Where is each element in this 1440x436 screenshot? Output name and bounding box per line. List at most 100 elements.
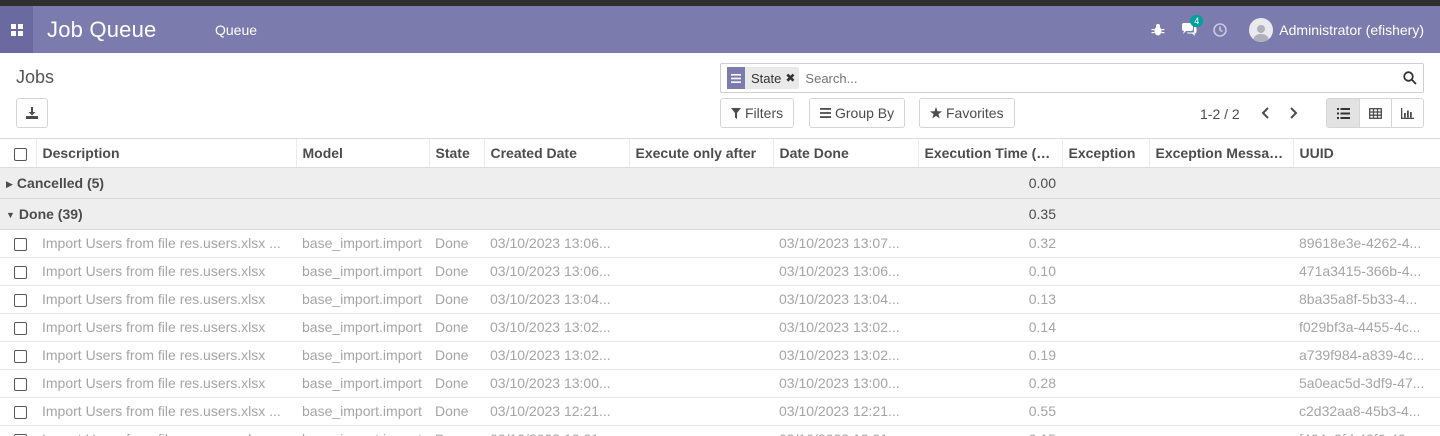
facet-remove-icon[interactable]: ✖	[785, 71, 799, 85]
cell-exception[interactable]	[1062, 229, 1149, 258]
cell-description[interactable]: Import Users from file res.users.xlsx	[36, 313, 296, 342]
cell-created-date[interactable]: 03/10/2023 13:06...	[484, 257, 629, 286]
list-view-button[interactable]	[1327, 99, 1359, 127]
cell-model[interactable]: base_import.import	[296, 257, 429, 286]
cell-description[interactable]: Import Users from file res.users.xlsx ..…	[36, 397, 296, 426]
export-button[interactable]	[16, 98, 48, 128]
cell-date-done[interactable]: 03/10/2023 13:02...	[773, 313, 918, 342]
cell-created-date[interactable]: 03/10/2023 13:06...	[484, 229, 629, 258]
table-row[interactable]: Import Users from file res.users.xlsxbas…	[0, 285, 1440, 314]
cell-description[interactable]: Import Users from file res.users.xlsx	[36, 257, 296, 286]
app-name[interactable]: Job Queue	[47, 17, 201, 43]
row-select-cell[interactable]	[0, 229, 36, 258]
cell-execute-after[interactable]	[629, 397, 773, 426]
row-checkbox[interactable]	[14, 293, 27, 307]
activities-button[interactable]	[1213, 22, 1228, 37]
cell-uuid[interactable]: 5a0eac5d-3df9-47...	[1293, 369, 1440, 398]
select-all-checkbox[interactable]	[14, 147, 27, 161]
cell-date-done[interactable]: 03/10/2023 13:04...	[773, 285, 918, 314]
column-header-uuid[interactable]: UUID	[1293, 139, 1440, 168]
table-row[interactable]: Import Users from file res.users.xlsx ..…	[0, 397, 1440, 426]
row-checkbox[interactable]	[14, 405, 27, 419]
row-select-cell[interactable]	[0, 425, 36, 436]
cell-created-date[interactable]: 03/10/2023 12:21...	[484, 425, 629, 436]
cell-description[interactable]: Import Users from file res.users.xlsx ..…	[36, 229, 296, 258]
cell-exception[interactable]	[1062, 313, 1149, 342]
row-select-cell[interactable]	[0, 397, 36, 426]
column-header-created-date[interactable]: Created Date	[484, 139, 630, 168]
cell-exception[interactable]	[1062, 285, 1149, 314]
row-select-cell[interactable]	[0, 341, 36, 370]
select-all-cell[interactable]	[0, 139, 37, 168]
cell-execution-time[interactable]: 0.10	[918, 257, 1062, 286]
row-checkbox[interactable]	[14, 349, 27, 363]
search-input[interactable]	[805, 70, 1396, 86]
cell-state[interactable]: Done	[429, 369, 484, 398]
cell-description[interactable]: Import Users from file res.users.xlsx	[36, 341, 296, 370]
column-header-execute-after[interactable]: Execute only after	[629, 139, 774, 168]
cell-execution-time[interactable]: 0.19	[918, 341, 1062, 370]
cell-execution-time[interactable]: 0.55	[918, 397, 1062, 426]
cell-date-done[interactable]: 03/10/2023 12:21...	[773, 425, 918, 436]
row-checkbox[interactable]	[14, 377, 27, 391]
row-checkbox[interactable]	[14, 265, 27, 279]
column-header-state[interactable]: State	[429, 139, 485, 168]
table-row[interactable]: Import Users from file res.users.xlsxbas…	[0, 425, 1440, 436]
row-select-cell[interactable]	[0, 369, 36, 398]
cell-state[interactable]: Done	[429, 397, 484, 426]
graph-view-button[interactable]	[1391, 99, 1423, 127]
cell-state[interactable]: Done	[429, 285, 484, 314]
cell-exception-message[interactable]	[1149, 313, 1293, 342]
cell-execute-after[interactable]	[629, 369, 773, 398]
messages-button[interactable]: 4	[1181, 14, 1204, 37]
cell-uuid[interactable]: c2d32aa8-45b3-4...	[1293, 397, 1440, 426]
cell-exception-message[interactable]	[1149, 397, 1293, 426]
pager-previous-button[interactable]	[1261, 107, 1271, 122]
table-row[interactable]: Import Users from file res.users.xlsxbas…	[0, 313, 1440, 342]
cell-execute-after[interactable]	[629, 229, 773, 258]
cell-uuid[interactable]: 8ba35a8f-5b33-4...	[1293, 285, 1440, 314]
cell-uuid[interactable]: f464e2fd-42f6-42...	[1293, 425, 1440, 436]
pager-value[interactable]: 1-2 / 2	[1200, 106, 1240, 122]
cell-exception[interactable]	[1062, 341, 1149, 370]
cell-model[interactable]: base_import.import	[296, 369, 429, 398]
group-row-done[interactable]: ▼ Done (39) 0.35	[0, 198, 1440, 230]
cell-exception-message[interactable]	[1149, 229, 1293, 258]
cell-exception-message[interactable]	[1149, 425, 1293, 436]
cell-model[interactable]: base_import.import	[296, 341, 429, 370]
cell-description[interactable]: Import Users from file res.users.xlsx	[36, 369, 296, 398]
cell-exception[interactable]	[1062, 369, 1149, 398]
cell-execution-time[interactable]: 0.28	[918, 369, 1062, 398]
table-row[interactable]: Import Users from file res.users.xlsxbas…	[0, 341, 1440, 370]
cell-model[interactable]: base_import.import	[296, 285, 429, 314]
cell-exception-message[interactable]	[1149, 369, 1293, 398]
cell-exception-message[interactable]	[1149, 285, 1293, 314]
cell-execute-after[interactable]	[629, 313, 773, 342]
cell-execute-after[interactable]	[629, 257, 773, 286]
cell-exception[interactable]	[1062, 425, 1149, 436]
cell-exception-message[interactable]	[1149, 257, 1293, 286]
pager-next-button[interactable]	[1288, 107, 1298, 122]
column-header-execution-time[interactable]: Execution Time (a...	[918, 139, 1063, 168]
cell-execution-time[interactable]: 0.14	[918, 313, 1062, 342]
cell-date-done[interactable]: 03/10/2023 12:21...	[773, 397, 918, 426]
cell-uuid[interactable]: 89618e3e-4262-4...	[1293, 229, 1440, 258]
column-header-exception-message[interactable]: Exception Messag...	[1149, 139, 1294, 168]
cell-created-date[interactable]: 03/10/2023 13:02...	[484, 313, 629, 342]
group-row-cancelled[interactable]: ▶ Cancelled (5) 0.00	[0, 167, 1440, 199]
cell-created-date[interactable]: 03/10/2023 13:02...	[484, 341, 629, 370]
cell-uuid[interactable]: f029bf3a-4455-4c...	[1293, 313, 1440, 342]
pivot-view-button[interactable]	[1359, 99, 1391, 127]
cell-state[interactable]: Done	[429, 341, 484, 370]
group-label-cell[interactable]: ▶ Cancelled (5)	[0, 167, 296, 199]
cell-created-date[interactable]: 03/10/2023 13:00...	[484, 369, 629, 398]
cell-exception[interactable]	[1062, 257, 1149, 286]
cell-date-done[interactable]: 03/10/2023 13:07...	[773, 229, 918, 258]
cell-created-date[interactable]: 03/10/2023 12:21...	[484, 397, 629, 426]
cell-state[interactable]: Done	[429, 313, 484, 342]
group-by-button[interactable]: Group By	[809, 98, 906, 128]
cell-date-done[interactable]: 03/10/2023 13:06...	[773, 257, 918, 286]
cell-created-date[interactable]: 03/10/2023 13:04...	[484, 285, 629, 314]
column-header-date-done[interactable]: Date Done	[773, 139, 919, 168]
cell-model[interactable]: base_import.import	[296, 313, 429, 342]
